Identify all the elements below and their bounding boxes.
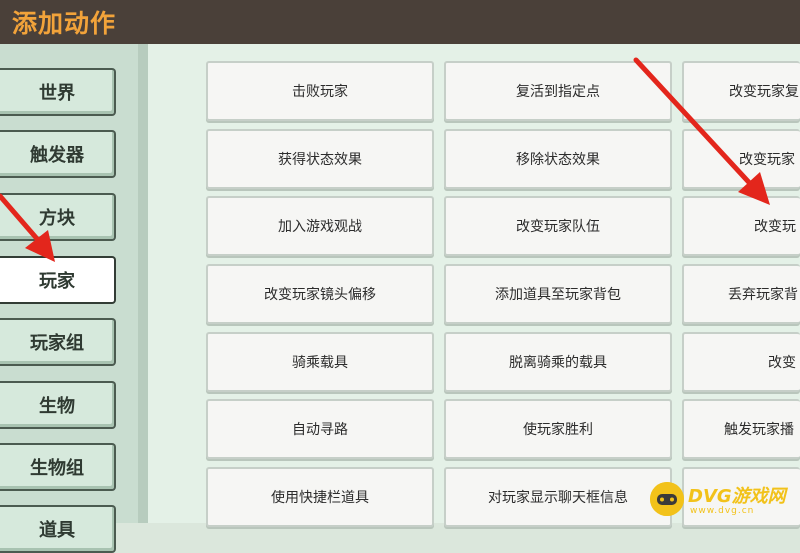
action-label: 丢弃玩家背 xyxy=(728,287,798,303)
category-block[interactable]: 方块 xyxy=(0,193,116,241)
action-add-item-to-backpack[interactable]: 添加道具至玩家背包 xyxy=(444,264,672,324)
action-gain-status-effect[interactable]: 获得状态效果 xyxy=(206,129,434,189)
action-change-misc[interactable]: 改变 xyxy=(682,332,800,392)
action-leave-vehicle[interactable]: 脱离骑乘的载具 xyxy=(444,332,672,392)
action-ride-vehicle[interactable]: 骑乘载具 xyxy=(206,332,434,392)
action-auto-pathfind[interactable]: 自动寻路 xyxy=(206,399,434,459)
category-creature[interactable]: 生物 xyxy=(0,381,116,429)
action-grid: 击败玩家 获得状态效果 加入游戏观战 改变玩家镜头偏移 骑乘载具 自动寻路 使用… xyxy=(148,44,800,527)
category-world[interactable]: 世界 xyxy=(0,68,116,116)
page-title: 添加动作 xyxy=(12,9,117,38)
category-sidebar: 世界 触发器 方块 玩家 玩家组 生物 生物组 道具 xyxy=(0,44,138,553)
category-item[interactable]: 道具 xyxy=(0,505,116,553)
action-change-player-attr[interactable]: 改变玩家 xyxy=(682,129,800,189)
category-player-group[interactable]: 玩家组 xyxy=(0,318,116,366)
action-label: 改变玩家 xyxy=(739,152,795,168)
action-join-spectate[interactable]: 加入游戏观战 xyxy=(206,196,434,256)
action-change-player-other[interactable]: 改变玩 xyxy=(682,196,800,256)
action-change-team[interactable]: 改变玩家队伍 xyxy=(444,196,672,256)
action-change-player-respawn[interactable]: 改变玩家复 xyxy=(682,61,800,121)
gamepad-icon xyxy=(650,482,684,516)
watermark-url: www.dvg.cn xyxy=(690,506,755,516)
category-player[interactable]: 玩家 xyxy=(0,256,116,304)
action-defeat-player[interactable]: 击败玩家 xyxy=(206,61,434,121)
watermark-text: DVG游戏网 xyxy=(688,486,786,507)
action-trigger-player-play[interactable]: 触发玩家播 xyxy=(682,399,800,459)
title-bar: 添加动作 xyxy=(0,0,800,44)
panel-divider xyxy=(138,44,148,523)
watermark: DVG游戏网 www.dvg.cn xyxy=(650,478,800,523)
action-drop-backpack[interactable]: 丢弃玩家背 xyxy=(682,264,800,324)
category-creature-group[interactable]: 生物组 xyxy=(0,443,116,491)
action-respawn-at-point[interactable]: 复活到指定点 xyxy=(444,61,672,121)
action-label: 改变 xyxy=(768,355,796,371)
action-use-hotbar-item[interactable]: 使用快捷栏道具 xyxy=(206,467,434,527)
category-trigger[interactable]: 触发器 xyxy=(0,130,116,178)
action-remove-status-effect[interactable]: 移除状态效果 xyxy=(444,129,672,189)
action-change-camera-offset[interactable]: 改变玩家镜头偏移 xyxy=(206,264,434,324)
action-label: 触发玩家播 xyxy=(724,422,794,438)
action-label: 改变玩 xyxy=(754,219,796,235)
action-show-chat-message[interactable]: 对玩家显示聊天框信息 xyxy=(444,467,672,527)
action-label: 改变玩家复 xyxy=(729,84,799,100)
action-player-win[interactable]: 使玩家胜利 xyxy=(444,399,672,459)
